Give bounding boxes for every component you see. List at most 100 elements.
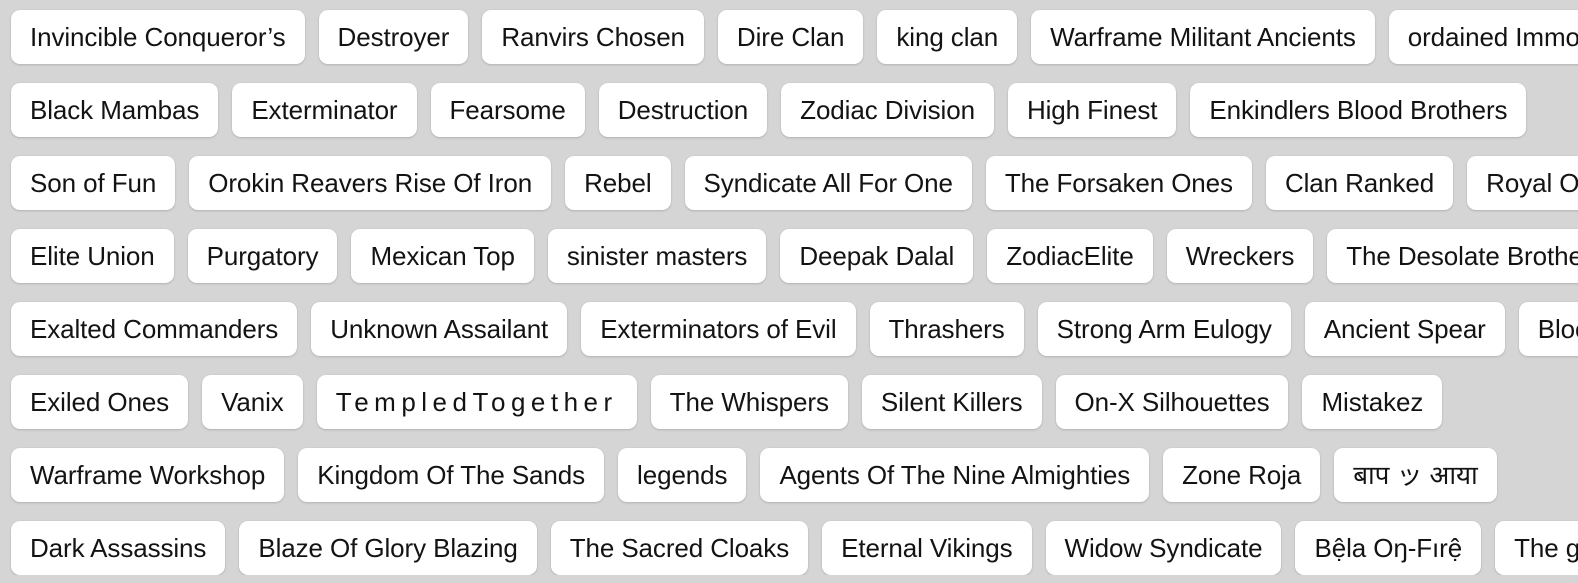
tag-chip[interactable]: Dark Assassins — [11, 521, 226, 575]
tag-chip-label: Dire Clan — [736, 22, 845, 52]
tag-chip[interactable]: Rebel — [565, 156, 671, 210]
tag-chip[interactable]: Clan Ranked — [1265, 156, 1454, 210]
tag-chip[interactable]: TempledTogether — [316, 375, 637, 429]
tag-chip[interactable]: sinister masters — [547, 229, 767, 283]
tag-chip[interactable]: Bệla Oŋ-Fırệ — [1295, 521, 1482, 575]
tag-chip-label: legends — [637, 460, 728, 490]
tag-row: Black Mambas Exterminator Fearsome Destruct… — [11, 83, 1578, 137]
tag-chip-label: Kingdom Of The Sands — [317, 460, 586, 490]
tag-chip[interactable]: ZodiacElite — [987, 229, 1153, 283]
tag-chip[interactable]: Ancient Spear — [1304, 302, 1505, 356]
tag-chip-label: ordained Immortal — [1407, 22, 1578, 52]
tag-chip-label: The Desolate Brotherhood — [1346, 241, 1578, 271]
tag-chip-label: Destroyer — [337, 22, 450, 52]
tag-chip[interactable]: Zone Roja — [1163, 448, 1321, 502]
tag-chip[interactable]: Vanix — [202, 375, 303, 429]
tag-row: Warframe Workshop Kingdom Of The Sands leg… — [11, 448, 1578, 502]
tag-chip[interactable]: Bloods — [1518, 302, 1578, 356]
tag-chip[interactable]: Exterminators of Evil — [581, 302, 856, 356]
tag-chip-label: Deepak Dalal — [799, 241, 955, 271]
tag-chip-label: Mexican Top — [370, 241, 515, 271]
tag-chip-label: Black Mambas — [30, 95, 200, 125]
tag-chip[interactable]: Purgatory — [187, 229, 338, 283]
tag-chip-label: Clan Ranked — [1284, 168, 1435, 198]
tag-chip[interactable]: Silent Killers — [861, 375, 1042, 429]
tag-chip-label: Invincible Conqueror’s — [30, 22, 286, 52]
tag-chip-label: Exterminators of Evil — [600, 314, 837, 344]
tag-chip[interactable]: Mistakez — [1302, 375, 1443, 429]
tag-chip[interactable]: Eternal Vikings — [822, 521, 1032, 575]
tag-chip[interactable]: Wreckers — [1166, 229, 1314, 283]
tag-chip-label: sinister masters — [566, 241, 748, 271]
tag-chip[interactable]: Black Mambas — [11, 83, 219, 137]
tag-chip[interactable]: Elite Union — [11, 229, 174, 283]
tag-chip-label: Widow Syndicate — [1064, 533, 1263, 563]
tag-row: Elite Union Purgatory Mexican Top sinister … — [11, 229, 1578, 283]
tag-chip[interactable]: The Desolate Brotherhood — [1327, 229, 1578, 283]
tag-chip-label: Fearsome — [449, 95, 566, 125]
tag-chip-label: Exalted Commanders — [30, 314, 279, 344]
tag-chip[interactable]: The grave — [1495, 521, 1578, 575]
tag-chip[interactable]: Invincible Conqueror’s — [11, 10, 305, 64]
tag-chip-label: Exterminator — [251, 95, 398, 125]
tag-chip[interactable]: Ranvirs Chosen — [482, 10, 704, 64]
tag-chip[interactable]: Widow Syndicate — [1045, 521, 1282, 575]
tag-chip-label: Mistakez — [1321, 387, 1424, 417]
tag-chip-label: Orokin Reavers Rise Of Iron — [208, 168, 533, 198]
tag-chip[interactable]: High Finest — [1007, 83, 1177, 137]
tag-chip[interactable]: Destruction — [598, 83, 768, 137]
tag-chip[interactable]: Mexican Top — [351, 229, 534, 283]
tag-chip[interactable]: Exterminator — [232, 83, 417, 137]
tag-chip[interactable]: The Sacred Cloaks — [550, 521, 809, 575]
tag-chip[interactable]: Blaze Of Glory Blazing — [239, 521, 537, 575]
tag-row: Invincible Conqueror’s Destroyer Ranvirs C… — [11, 10, 1578, 64]
tag-chip[interactable]: Warframe Workshop — [11, 448, 285, 502]
tag-chip-label: The Sacred Cloaks — [569, 533, 790, 563]
tag-chip[interactable]: On-X Silhouettes — [1055, 375, 1289, 429]
tag-chip[interactable]: Unknown Assailant — [311, 302, 568, 356]
tag-row: Exiled Ones Vanix TempledTogether The Whisp… — [11, 375, 1578, 429]
tag-chip[interactable]: Warframe Militant Ancients — [1031, 10, 1375, 64]
tag-chip[interactable]: Zodiac Division — [781, 83, 994, 137]
tag-chip-label: High Finest — [1026, 95, 1158, 125]
tag-chip[interactable]: Thrashers — [869, 302, 1024, 356]
tag-chip-label: Ancient Spear — [1323, 314, 1486, 344]
tag-chip-label: Wreckers — [1185, 241, 1295, 271]
tag-chip[interactable]: Exiled Ones — [11, 375, 189, 429]
tag-chip[interactable]: Royal Officer — [1467, 156, 1578, 210]
tag-chip-label: Warframe Militant Ancients — [1050, 22, 1356, 52]
tag-chip[interactable]: Enkindlers Blood Brothers — [1190, 83, 1527, 137]
tag-chip[interactable]: Exalted Commanders — [11, 302, 298, 356]
tag-chip-label: Agents Of The Nine Almighties — [779, 460, 1131, 490]
tag-chip-label: Royal Officer — [1486, 168, 1578, 198]
tag-chip-label: Enkindlers Blood Brothers — [1209, 95, 1508, 125]
tag-chip[interactable]: Strong Arm Eulogy — [1037, 302, 1291, 356]
tag-chip[interactable]: Deepak Dalal — [780, 229, 974, 283]
tag-chip[interactable]: Syndicate All For One — [684, 156, 972, 210]
tag-chip-label: The Forsaken Ones — [1004, 168, 1233, 198]
tag-chip[interactable]: बाप ッ आया — [1334, 448, 1497, 502]
tag-chip-label: Ranvirs Chosen — [501, 22, 685, 52]
tag-chip[interactable]: Dire Clan — [717, 10, 864, 64]
tag-chip-label: Strong Arm Eulogy — [1056, 314, 1272, 344]
tag-chip[interactable]: Son of Fun — [11, 156, 176, 210]
tag-chip-label: Zodiac Division — [800, 95, 975, 125]
tag-chip-label: Eternal Vikings — [841, 533, 1013, 563]
tag-chip-label: Rebel — [584, 168, 652, 198]
tag-chip-label: Son of Fun — [30, 168, 157, 198]
tag-chip-label: Silent Killers — [880, 387, 1023, 417]
tag-chip[interactable]: legends — [618, 448, 747, 502]
tag-chip[interactable]: Orokin Reavers Rise Of Iron — [189, 156, 552, 210]
tag-chip[interactable]: Destroyer — [318, 10, 469, 64]
tag-row: Exalted Commanders Unknown Assailant Exter… — [11, 302, 1578, 356]
tag-chip[interactable]: Agents Of The Nine Almighties — [760, 448, 1150, 502]
tag-chip-label: The Whispers — [669, 387, 829, 417]
tag-chip-label: बाप ッ आया — [1353, 460, 1478, 490]
tag-chip-label: Blaze Of Glory Blazing — [258, 533, 518, 563]
tag-chip[interactable]: Kingdom Of The Sands — [298, 448, 605, 502]
tag-chip[interactable]: The Whispers — [650, 375, 848, 429]
tag-chip[interactable]: king clan — [877, 10, 1018, 64]
tag-chip[interactable]: ordained Immortal — [1388, 10, 1578, 64]
tag-chip[interactable]: Fearsome — [430, 83, 585, 137]
tag-chip[interactable]: The Forsaken Ones — [985, 156, 1252, 210]
